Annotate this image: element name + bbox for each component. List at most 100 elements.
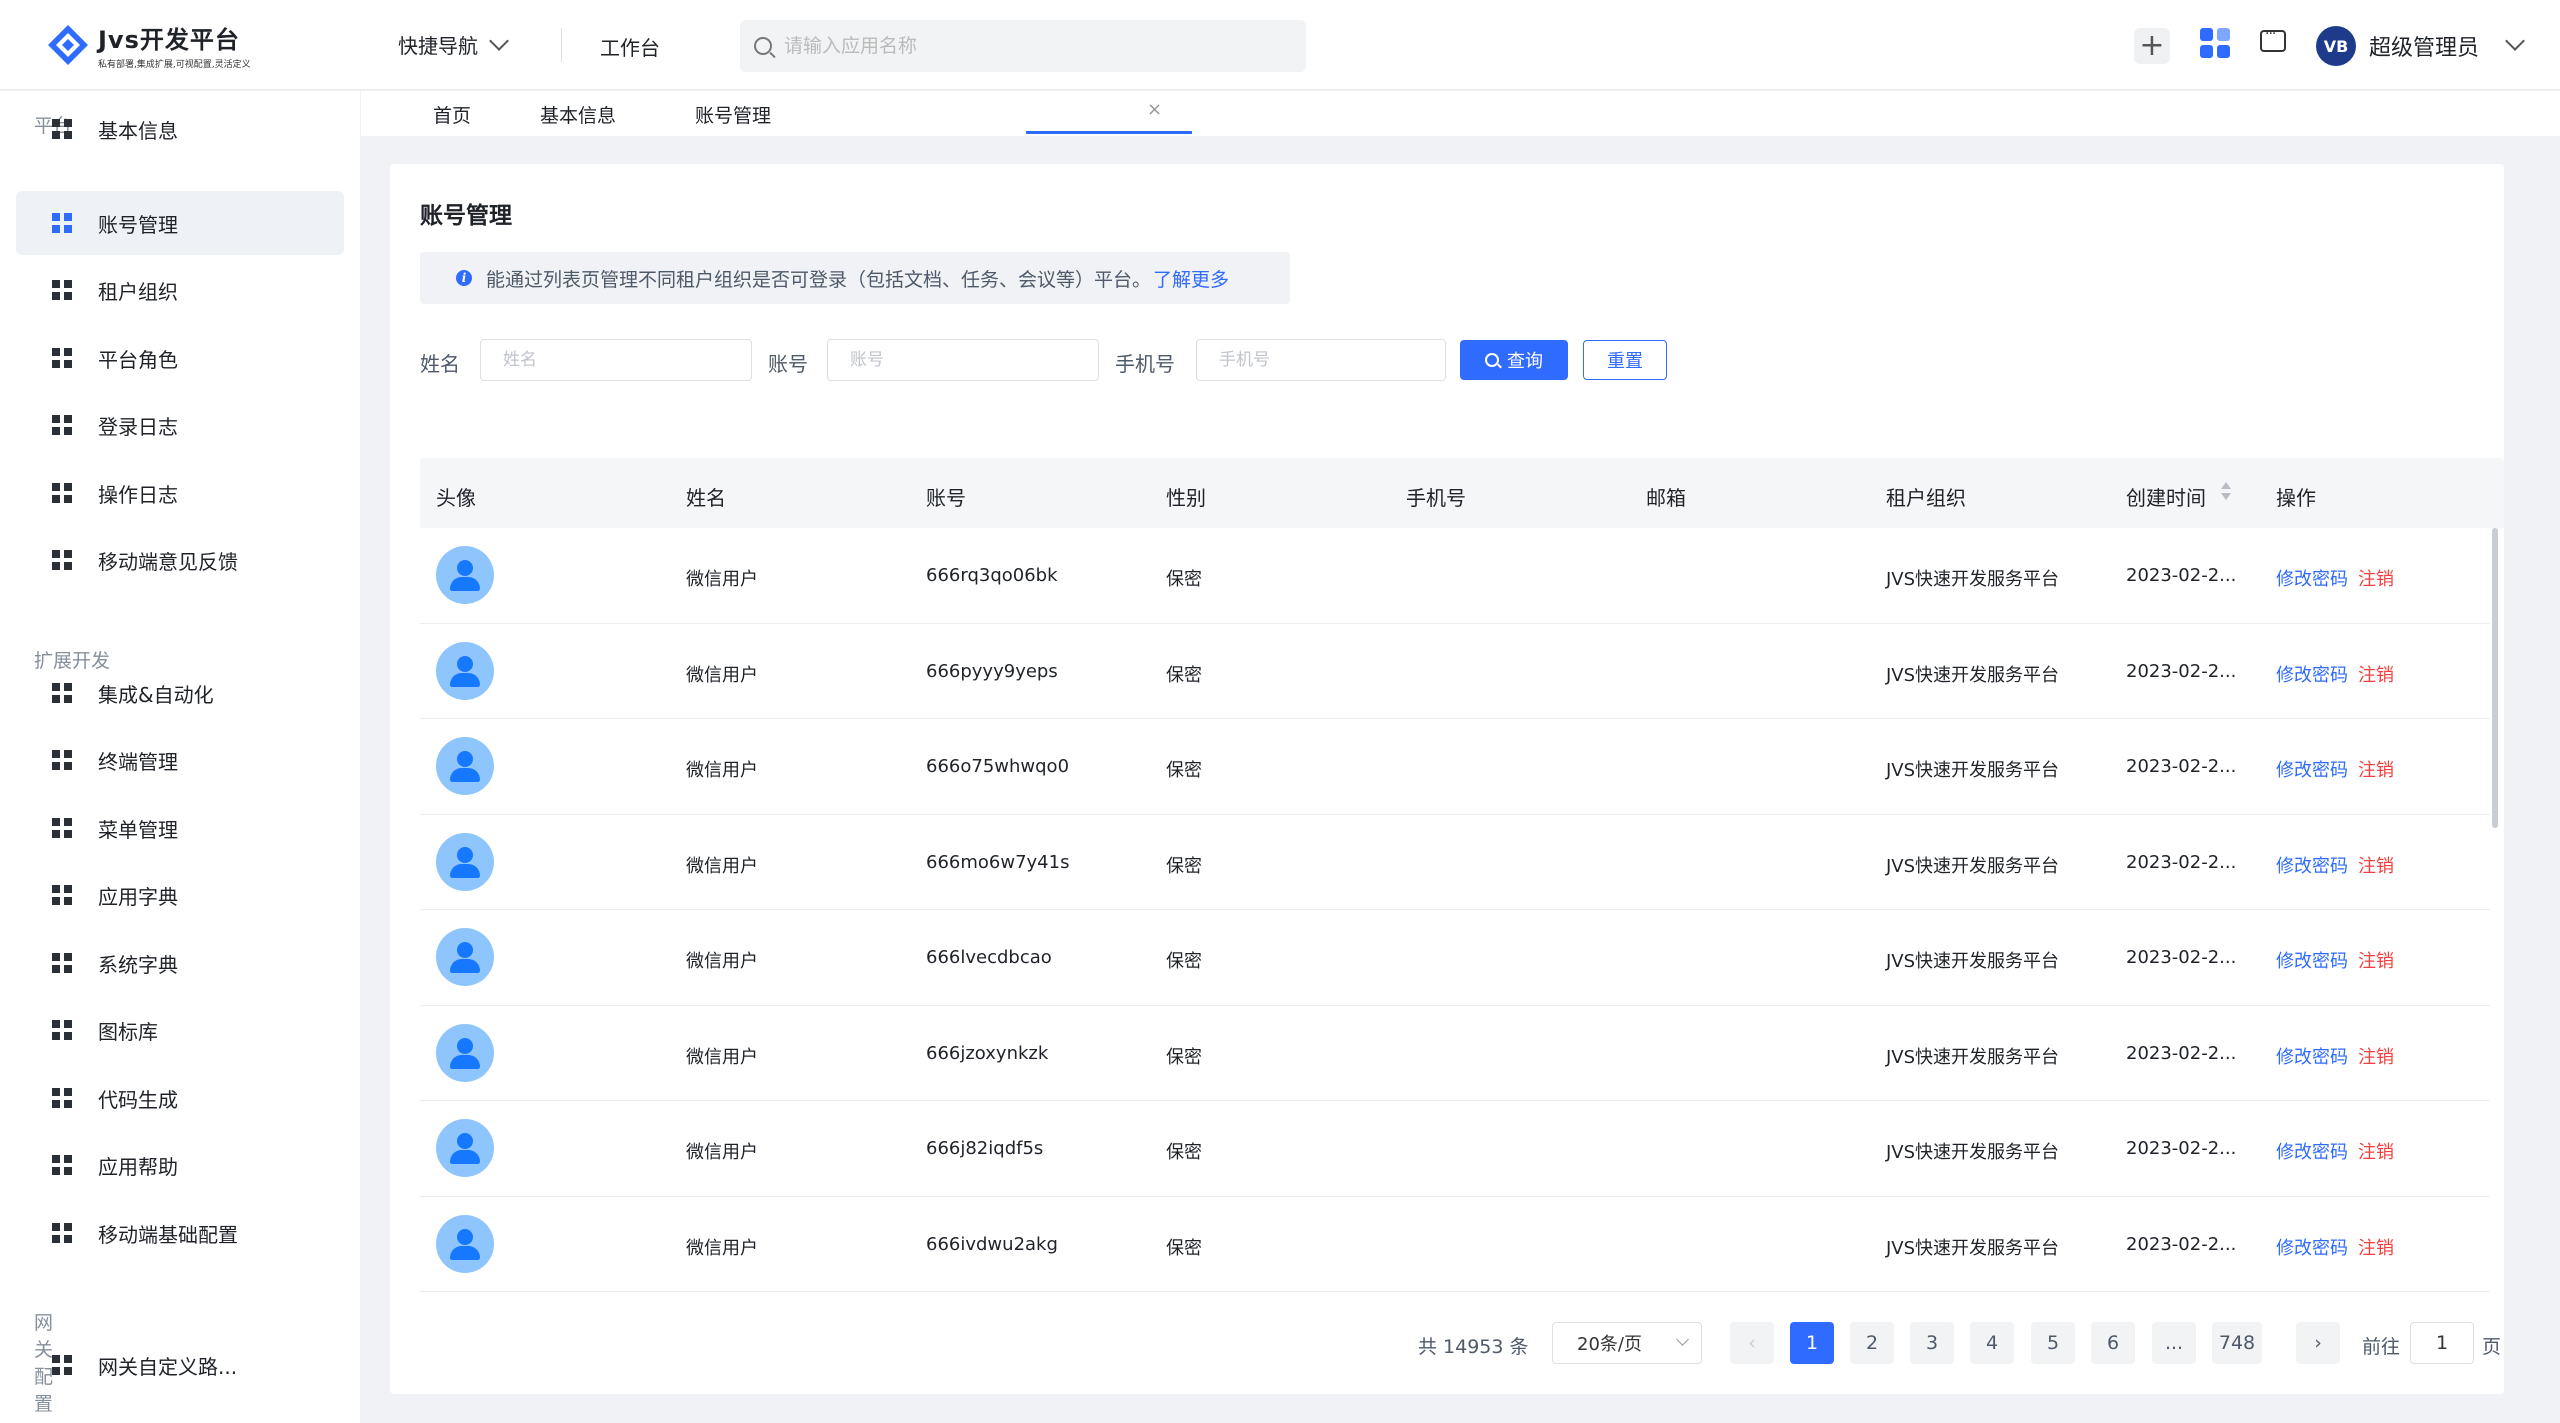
apps-icon[interactable] <box>2200 28 2232 60</box>
account-filter-label: 账号 <box>768 352 808 376</box>
tab-home[interactable]: 首页 <box>433 101 471 128</box>
deactivate-link[interactable]: 注销 <box>2358 852 2394 878</box>
cell-org: JVS快速开发服务平台 <box>1886 760 2060 781</box>
sidebar-item-app-dict[interactable]: 应用字典 <box>16 863 344 927</box>
cell-gender: 保密 <box>1166 664 1202 686</box>
user-avatar-icon <box>436 1214 494 1273</box>
sidebar-item-basic-info[interactable]: 基本信息 <box>16 97 344 161</box>
deactivate-link[interactable]: 注销 <box>2358 947 2394 973</box>
sidebar-item-operation-log[interactable]: 操作日志 <box>16 461 344 525</box>
page-ellipsis[interactable]: ... <box>2152 1322 2196 1364</box>
tab-active-indicator <box>1026 131 1192 134</box>
table-row: 微信用户 666pyyy9yeps 保密 JVS快速开发服务平台 2023-02-2..… <box>420 624 2490 719</box>
deactivate-link[interactable]: 注销 <box>2358 1138 2394 1164</box>
app-search[interactable] <box>740 20 1306 72</box>
quick-nav-dropdown[interactable]: 快捷导航 <box>398 30 509 59</box>
sidebar-item-app-help[interactable]: 应用帮助 <box>16 1133 344 1197</box>
cell-created: 2023-02-2... <box>2126 851 2237 873</box>
sidebar-item-integration[interactable]: 集成&自动化 <box>16 661 344 725</box>
page-button[interactable]: 5 <box>2031 1322 2075 1364</box>
app-search-input[interactable] <box>784 35 1264 57</box>
sort-icon[interactable] <box>2220 480 2232 504</box>
col-email: 邮箱 <box>1646 486 1686 510</box>
deactivate-link[interactable]: 注销 <box>2358 1043 2394 1069</box>
change-password-link[interactable]: 修改密码 <box>2276 1234 2348 1260</box>
grid-icon <box>52 1088 72 1108</box>
sidebar-item-mobile-feedback[interactable]: 移动端意见反馈 <box>16 528 344 592</box>
user-avatar-icon <box>436 928 494 986</box>
deactivate-link[interactable]: 注销 <box>2358 565 2394 591</box>
sidebar-item-terminal[interactable]: 终端管理 <box>16 728 344 792</box>
message-icon[interactable] <box>2260 26 2286 52</box>
query-button[interactable]: 查询 <box>1460 340 1568 380</box>
page-button[interactable]: 3 <box>1910 1322 1954 1364</box>
name-filter-input[interactable] <box>480 339 752 381</box>
grid-icon <box>52 1020 72 1040</box>
sidebar-item-label: 登录日志 <box>98 414 178 439</box>
avatar[interactable]: VB <box>2316 26 2356 66</box>
grid-icon <box>52 280 72 300</box>
next-page-button[interactable]: › <box>2296 1322 2340 1364</box>
cell-gender: 保密 <box>1166 569 1202 590</box>
change-password-link[interactable]: 修改密码 <box>2276 1138 2348 1164</box>
page-button[interactable]: 2 <box>1850 1322 1894 1364</box>
page-button[interactable]: 1 <box>1790 1322 1834 1364</box>
page-size-select[interactable]: 20条/页 <box>1552 1322 1702 1364</box>
cell-name: 微信用户 <box>686 951 758 972</box>
account-filter-input[interactable] <box>827 339 1099 381</box>
info-icon: i <box>456 270 472 286</box>
top-header: Jvs开发平台 私有部署,集成扩展,可视配置,灵活定义 快捷导航 工作台 + V… <box>0 0 2560 90</box>
sidebar-item-system-dict[interactable]: 系统字典 <box>16 931 344 995</box>
goto-label: 前往 <box>2362 1336 2401 1358</box>
page-button[interactable]: 6 <box>2091 1322 2135 1364</box>
grid-icon <box>52 213 72 233</box>
sidebar-item-icon-library[interactable]: 图标库 <box>16 998 344 1062</box>
deactivate-link[interactable]: 注销 <box>2358 756 2394 782</box>
chevron-down-icon[interactable] <box>2505 31 2525 51</box>
deactivate-link[interactable]: 注销 <box>2358 1234 2394 1260</box>
grid-icon <box>52 953 72 973</box>
sidebar-item-login-log[interactable]: 登录日志 <box>16 393 344 457</box>
cell-org: JVS快速开发服务平台 <box>1886 1237 2060 1259</box>
table-scrollbar[interactable] <box>2492 528 2498 828</box>
change-password-link[interactable]: 修改密码 <box>2276 661 2348 687</box>
cell-account: 666rq3qo06bk <box>926 565 1058 586</box>
add-button[interactable]: + <box>2134 28 2170 64</box>
deactivate-link[interactable]: 注销 <box>2358 661 2394 687</box>
pagination-total: 共 14953 条 <box>1418 1336 1529 1358</box>
learn-more-link[interactable]: 了解更多 <box>1153 265 1229 292</box>
phone-filter-input[interactable] <box>1196 339 1446 381</box>
change-password-link[interactable]: 修改密码 <box>2276 852 2348 878</box>
cell-account: 666j82iqdf5s <box>926 1138 1044 1159</box>
page-button[interactable]: 748 <box>2212 1322 2262 1364</box>
change-password-link[interactable]: 修改密码 <box>2276 1043 2348 1069</box>
close-icon[interactable]: × <box>1147 99 1162 120</box>
workbench-link[interactable]: 工作台 <box>600 32 660 61</box>
sidebar-item-menu[interactable]: 菜单管理 <box>16 796 344 860</box>
sidebar-item-codegen[interactable]: 代码生成 <box>16 1066 344 1130</box>
user-name[interactable]: 超级管理员 <box>2369 30 2479 62</box>
change-password-link[interactable]: 修改密码 <box>2276 947 2348 973</box>
cell-org: JVS快速开发服务平台 <box>1886 1046 2060 1068</box>
change-password-link[interactable]: 修改密码 <box>2276 565 2348 591</box>
cell-gender: 保密 <box>1166 1046 1202 1068</box>
col-actions: 操作 <box>2276 486 2316 510</box>
tab-basic-info[interactable]: 基本信息 <box>540 101 616 128</box>
sidebar-item-mobile-config[interactable]: 移动端基础配置 <box>16 1201 344 1265</box>
grid-icon <box>52 483 72 503</box>
logo[interactable]: Jvs开发平台 私有部署,集成扩展,可视配置,灵活定义 <box>46 20 251 70</box>
goto-page-input[interactable] <box>2410 1322 2474 1364</box>
tab-account[interactable]: 账号管理 <box>695 101 771 128</box>
table-row: 微信用户 666jzoxynkzk 保密 JVS快速开发服务平台 2023-02-2..… <box>420 1006 2490 1101</box>
sidebar-item-label: 代码生成 <box>98 1087 178 1112</box>
sidebar-item-gateway-route[interactable]: 网关自定义路... <box>16 1333 344 1397</box>
change-password-link[interactable]: 修改密码 <box>2276 756 2348 782</box>
col-created[interactable]: 创建时间 <box>2126 482 2206 511</box>
sidebar-item-roles[interactable]: 平台角色 <box>16 326 344 390</box>
page-button[interactable]: 4 <box>1970 1322 2014 1364</box>
sidebar-item-account[interactable]: 账号管理 <box>16 191 344 255</box>
cell-org: JVS快速开发服务平台 <box>1886 951 2060 972</box>
reset-button[interactable]: 重置 <box>1583 340 1667 380</box>
prev-page-button[interactable]: ‹ <box>1730 1322 1774 1364</box>
sidebar-item-tenant[interactable]: 租户组织 <box>16 258 344 322</box>
